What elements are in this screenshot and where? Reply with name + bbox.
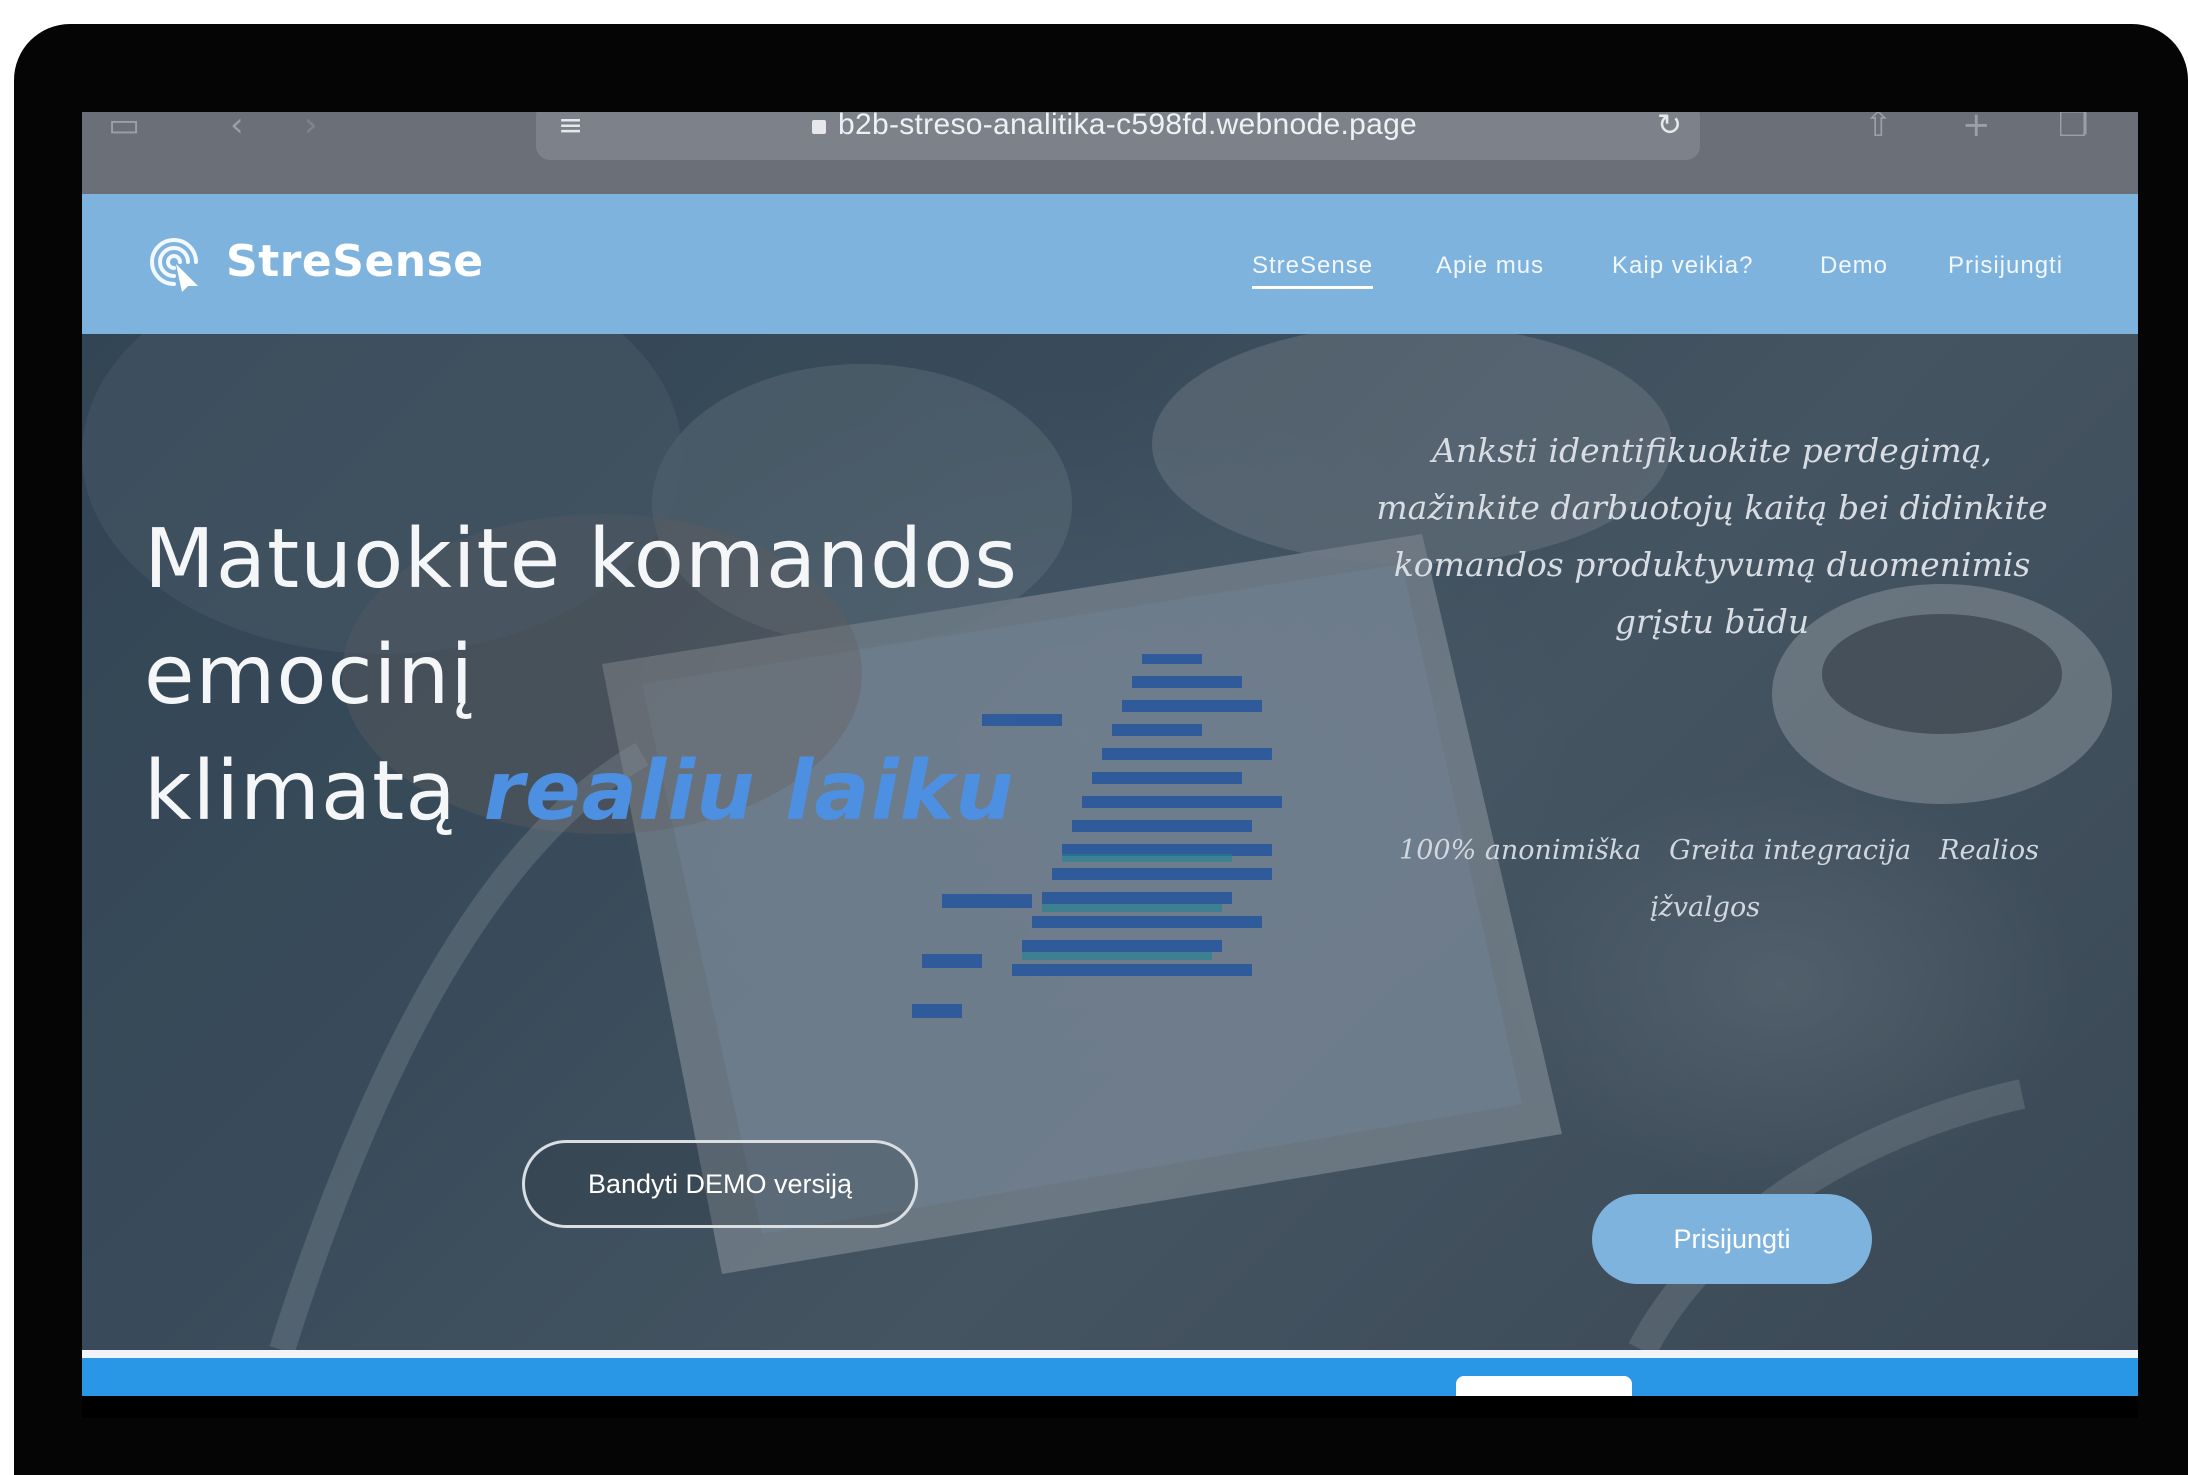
reload-icon[interactable]: ↻ [1657,112,1682,143]
hero-subtext: Anksti identifikuokite perdegimą, mažink… [1372,422,2052,650]
subtext-line-4: grįstu būdu [1614,602,1810,641]
next-section-strip [82,1358,2138,1396]
login-button[interactable]: Prisijungti [1592,1194,1872,1284]
forward-icon[interactable]: › [304,112,318,142]
hero-section: Matuokite komandos emocinį klimatą reali… [82,334,2138,1350]
lock-icon [812,120,826,134]
reader-icon[interactable]: ≡ [558,112,583,143]
back-icon[interactable]: ‹ [230,112,244,142]
try-demo-button[interactable]: Bandyti DEMO versiją [522,1140,918,1228]
subtext-line-3: komandos produktyvumą duomenimis [1393,545,2031,584]
section-divider [82,1350,2138,1358]
feature-integration: Greita integracija [1669,835,1912,866]
logo-icon [150,238,198,292]
headline-line-2: emocinį [144,628,475,723]
tabs-icon[interactable]: ❐ [2058,112,2088,142]
nav-item-prisijungti[interactable]: Prisijungti [1948,252,2063,280]
scroll-tab[interactable] [1456,1376,1632,1396]
device-frame: ▭ ‹ › ≡ b2b-streso-analitika-c598fd.webn… [14,24,2188,1475]
brand-name[interactable]: StreSense [226,236,484,287]
subtext-line-1: Anksti identifikuokite perdegimą, [1432,431,1992,470]
url-text: b2b-streso-analitika-c598fd.webnode.page [838,112,1418,141]
subtext-line-2: mažinkite darbuotojų kaitą bei didinkite [1376,488,2048,527]
new-tab-icon[interactable]: + [1962,112,1991,142]
headline-line-1: Matuokite komandos [144,512,1018,607]
browser-toolbar: ▭ ‹ › ≡ b2b-streso-analitika-c598fd.webn… [82,112,2138,194]
nav-item-demo[interactable]: Demo [1820,252,1888,280]
hero-headline: Matuokite komandos emocinį klimatą reali… [144,502,1104,850]
headline-line-3-text: klimatą [144,744,457,839]
headline-accent: realiu laiku [483,744,1015,839]
browser-screen: ▭ ‹ › ≡ b2b-streso-analitika-c598fd.webn… [82,112,2138,1418]
share-icon[interactable]: ⇧ [1864,112,1893,142]
address-bar[interactable]: ≡ b2b-streso-analitika-c598fd.webnode.pa… [536,112,1700,160]
nav-item-kaip-veikia[interactable]: Kaip veikia? [1612,252,1753,280]
feature-list: 100% anonimiška Greita integracija Realios… [1372,822,2052,936]
nav-item-apie-mus[interactable]: Apie mus [1436,252,1544,280]
headline-line-3: klimatą realiu laiku [144,734,1104,850]
site-navbar: StreSense StreSense Apie mus Kaip veikia… [82,194,2138,334]
feature-anonymous: 100% anonimiška [1399,835,1642,866]
sidebar-icon[interactable]: ▭ [108,112,140,142]
nav-item-stresense[interactable]: StreSense [1252,252,1374,289]
